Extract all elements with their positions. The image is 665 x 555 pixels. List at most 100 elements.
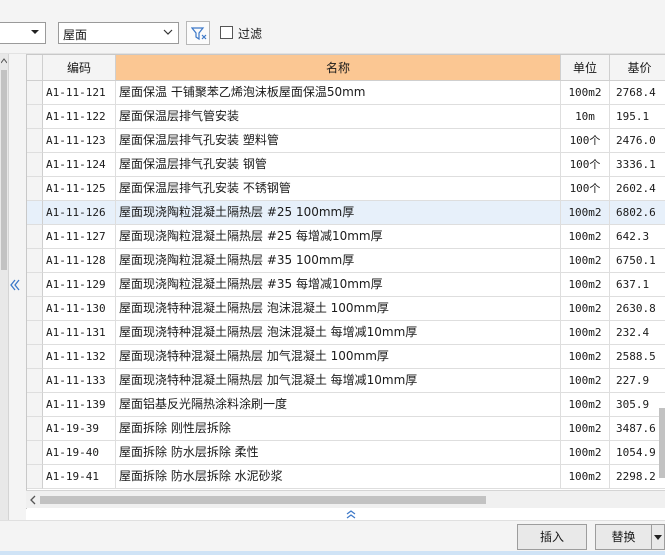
cell-unit: 100m2: [561, 369, 610, 393]
cell-name: 屋面保温 干铺聚苯乙烯泡沫板屋面保温50mm: [116, 81, 561, 105]
row-gutter: [27, 129, 43, 153]
row-gutter: [27, 321, 43, 345]
chevron-down-icon: [654, 535, 662, 540]
table-row[interactable]: A1-11-130 屋面现浇特种混凝土隔热层 泡沫混凝土 100mm厚 100m2 2…: [27, 297, 665, 321]
row-gutter: [27, 345, 43, 369]
filter-button[interactable]: [186, 21, 210, 45]
table-row[interactable]: A1-19-40 屋面拆除 防水层拆除 柔性 100m2 1054.9: [27, 441, 665, 465]
cell-unit: 100个: [561, 177, 610, 201]
table-row[interactable]: A1-11-125 屋面保温层排气孔安装 不锈钢管 100个 2602.4: [27, 177, 665, 201]
cell-unit: 10m: [561, 105, 610, 129]
double-chevron-up-icon[interactable]: [344, 509, 358, 519]
cell-name: 屋面现浇特种混凝土隔热层 泡沫混凝土 每增减10mm厚: [116, 321, 561, 345]
cell-name: 屋面现浇陶粒混凝土隔热层 #35 每增减10mm厚: [116, 273, 561, 297]
table-row[interactable]: A1-11-132 屋面现浇特种混凝土隔热层 加气混凝土 100mm厚 100m2 2…: [27, 345, 665, 369]
left-scrollbar-thumb[interactable]: [1, 70, 7, 270]
table-row[interactable]: A1-19-41 屋面拆除 防水层拆除 水泥砂浆 100m2 2298.2: [27, 465, 665, 489]
cell-name: 屋面现浇特种混凝土隔热层 加气混凝土 100mm厚: [116, 345, 561, 369]
cell-code: A1-11-122: [43, 105, 116, 129]
scroll-up-icon[interactable]: [1, 58, 7, 64]
cell-unit: 100m2: [561, 273, 610, 297]
cell-unit: 100m2: [561, 81, 610, 105]
column-header-name[interactable]: 名称: [116, 55, 561, 81]
header-gutter: [27, 55, 43, 81]
table-row[interactable]: A1-11-121 屋面保温 干铺聚苯乙烯泡沫板屋面保温50mm 100m2 2768…: [27, 81, 665, 105]
cell-code: A1-11-121: [43, 81, 116, 105]
replace-button[interactable]: 替换: [595, 524, 652, 550]
row-gutter: [27, 393, 43, 417]
cell-name: 屋面保温层排气孔安装 塑料管: [116, 129, 561, 153]
toolbar: 屋面 过滤: [0, 0, 665, 54]
cell-price: 305.9: [610, 393, 665, 417]
table-row[interactable]: A1-11-139 屋面铝基反光隔热涂料涂刷一度 100m2 305.9: [27, 393, 665, 417]
cell-name: 屋面保温层排气孔安装 钢管: [116, 153, 561, 177]
table-row[interactable]: A1-11-127 屋面现浇陶粒混凝土隔热层 #25 每增减10mm厚 100m2 6…: [27, 225, 665, 249]
table-row[interactable]: A1-11-126 屋面现浇陶粒混凝土隔热层 #25 100mm厚 100m2 680…: [27, 201, 665, 225]
cell-code: A1-11-139: [43, 393, 116, 417]
table-row[interactable]: A1-11-133 屋面现浇特种混凝土隔热层 加气混凝土 每增减10mm厚 100m…: [27, 369, 665, 393]
cell-name: 屋面现浇特种混凝土隔热层 泡沫混凝土 100mm厚: [116, 297, 561, 321]
left-dropdown[interactable]: [0, 22, 46, 44]
scroll-left-icon[interactable]: [28, 494, 38, 506]
row-gutter: [27, 441, 43, 465]
funnel-icon: [191, 27, 207, 41]
row-gutter: [27, 273, 43, 297]
table-row[interactable]: A1-11-122 屋面保温层排气管安装 10m 195.1: [27, 105, 665, 129]
cell-code: A1-11-130: [43, 297, 116, 321]
cell-unit: 100m2: [561, 225, 610, 249]
cell-unit: 100m2: [561, 441, 610, 465]
column-header-price[interactable]: 基价: [610, 55, 665, 81]
table-row[interactable]: A1-11-129 屋面现浇陶粒混凝土隔热层 #35 每增减10mm厚 100m2 6…: [27, 273, 665, 297]
table-row[interactable]: A1-11-131 屋面现浇特种混凝土隔热层 泡沫混凝土 每增减10mm厚 100m…: [27, 321, 665, 345]
table-row[interactable]: A1-11-123 屋面保温层排气孔安装 塑料管 100个 2476.0: [27, 129, 665, 153]
category-dropdown[interactable]: 屋面: [58, 22, 179, 44]
cell-code: A1-19-39: [43, 417, 116, 441]
cell-unit: 100m2: [561, 417, 610, 441]
cell-unit: 100m2: [561, 201, 610, 225]
table-header: 编码 名称 单位 基价: [27, 55, 665, 81]
cell-name: 屋面现浇陶粒混凝土隔热层 #25 每增减10mm厚: [116, 225, 561, 249]
horizontal-scrollbar-thumb[interactable]: [40, 496, 486, 504]
left-scrollbar[interactable]: [0, 54, 9, 520]
row-gutter: [27, 153, 43, 177]
filter-checkbox[interactable]: [220, 26, 233, 39]
table-row[interactable]: A1-11-124 屋面保温层排气孔安装 钢管 100个 3336.1: [27, 153, 665, 177]
cell-price: 2588.5: [610, 345, 665, 369]
cell-price: 3487.6: [610, 417, 665, 441]
cell-name: 屋面拆除 防水层拆除 柔性: [116, 441, 561, 465]
cell-price: 6750.1: [610, 249, 665, 273]
cell-unit: 100m2: [561, 345, 610, 369]
cell-code: A1-11-126: [43, 201, 116, 225]
cell-price: 642.3: [610, 225, 665, 249]
cell-price: 2602.4: [610, 177, 665, 201]
cell-name: 屋面拆除 刚性层拆除: [116, 417, 561, 441]
row-gutter: [27, 177, 43, 201]
table-row[interactable]: A1-11-128 屋面现浇陶粒混凝土隔热层 #35 100mm厚 100m2 675…: [27, 249, 665, 273]
insert-button[interactable]: 插入: [517, 524, 587, 550]
cell-name: 屋面铝基反光隔热涂料涂刷一度: [116, 393, 561, 417]
cell-name: 屋面拆除 防水层拆除 水泥砂浆: [116, 465, 561, 489]
cell-unit: 100m2: [561, 465, 610, 489]
cell-unit: 100个: [561, 153, 610, 177]
column-header-unit[interactable]: 单位: [561, 55, 610, 81]
cell-unit: 100m2: [561, 249, 610, 273]
replace-dropdown-button[interactable]: [652, 524, 665, 550]
chevron-down-icon: [31, 30, 39, 34]
category-dropdown-value: 屋面: [63, 28, 88, 42]
cell-code: A1-11-133: [43, 369, 116, 393]
double-chevron-left-icon[interactable]: [9, 278, 21, 292]
filter-checkbox-label: 过滤: [238, 27, 263, 41]
table-row[interactable]: A1-19-39 屋面拆除 刚性层拆除 100m2 3487.6: [27, 417, 665, 441]
chevron-down-icon: [163, 29, 173, 35]
row-gutter: [27, 81, 43, 105]
row-gutter: [27, 201, 43, 225]
vertical-scrollbar-thumb[interactable]: [659, 408, 665, 478]
horizontal-scrollbar[interactable]: [26, 490, 665, 508]
column-header-code[interactable]: 编码: [43, 55, 116, 81]
cell-unit: 100m2: [561, 321, 610, 345]
row-gutter: [27, 225, 43, 249]
bottom-action-bar: 插入 替换: [0, 520, 665, 555]
row-gutter: [27, 297, 43, 321]
cell-unit: 100m2: [561, 393, 610, 417]
cell-code: A1-11-128: [43, 249, 116, 273]
